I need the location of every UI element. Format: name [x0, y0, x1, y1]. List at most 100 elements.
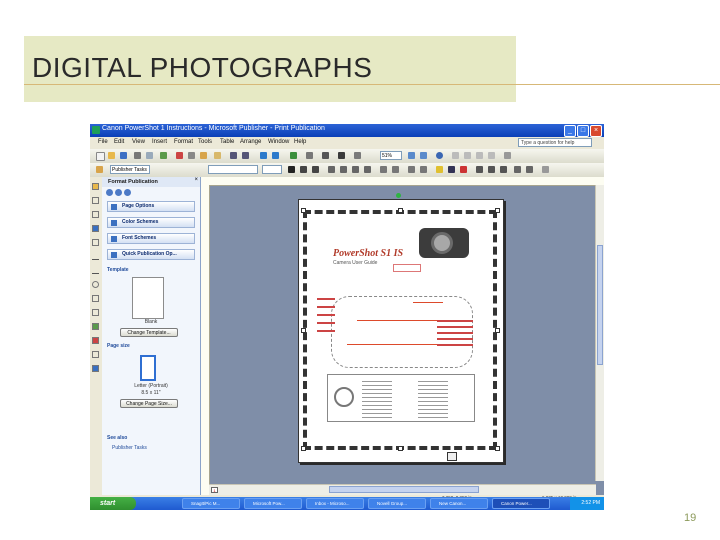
- maximize-icon[interactable]: □: [577, 125, 589, 137]
- quick-publication-options-item[interactable]: Quick Publication Op...: [107, 249, 195, 260]
- redo-icon[interactable]: [242, 152, 249, 159]
- columns-icon[interactable]: [306, 152, 313, 159]
- zoom-in-icon[interactable]: [420, 152, 427, 159]
- picture-frame-icon[interactable]: [92, 239, 99, 246]
- cut-icon[interactable]: [176, 152, 183, 159]
- menu-window[interactable]: Window: [268, 139, 289, 145]
- page-options-item[interactable]: Page Options: [107, 201, 195, 212]
- insert-hyperlink-icon[interactable]: [290, 152, 297, 159]
- undo-icon[interactable]: [230, 152, 237, 159]
- taskbar-item[interactable]: Novell Group...: [368, 498, 426, 509]
- send-backward-icon[interactable]: [272, 152, 279, 159]
- arrow-style-icon[interactable]: [500, 166, 507, 173]
- back-arrow-icon[interactable]: [106, 189, 113, 196]
- italic-icon[interactable]: [300, 166, 307, 173]
- toolbar-options-icon-4[interactable]: [488, 152, 495, 159]
- rotate-handle[interactable]: [396, 193, 401, 198]
- taskbar-item[interactable]: Microsoft Pow...: [244, 498, 302, 509]
- menu-help[interactable]: Help: [294, 139, 306, 145]
- style-select[interactable]: Publisher Tasks: [110, 165, 150, 174]
- shadow-style-icon[interactable]: [514, 166, 521, 173]
- align-center-icon[interactable]: [340, 166, 347, 173]
- taskbar-item-active[interactable]: Canon Power...: [492, 498, 550, 509]
- vertical-ruler[interactable]: [201, 185, 210, 495]
- zoom-out-icon[interactable]: [408, 152, 415, 159]
- fill-color-icon[interactable]: [436, 166, 443, 173]
- resize-handle-s[interactable]: [398, 446, 403, 451]
- task-pane-icon[interactable]: [96, 166, 103, 173]
- taskbar-item[interactable]: New Canon...: [430, 498, 488, 509]
- bold-icon[interactable]: [288, 166, 295, 173]
- new-icon[interactable]: [96, 152, 105, 161]
- bring-forward-icon[interactable]: [260, 152, 267, 159]
- line-icon[interactable]: [92, 253, 99, 260]
- wordart-icon[interactable]: [92, 225, 99, 232]
- align-left-icon[interactable]: [328, 166, 335, 173]
- menu-edit[interactable]: Edit: [114, 139, 124, 145]
- publication-page[interactable]: PowerShot S1 IS Camera User Guide: [298, 193, 504, 463]
- window-title-bar[interactable]: Canon PowerShot 1 Instructions - Microso…: [90, 124, 604, 137]
- line-style-icon[interactable]: [476, 166, 483, 173]
- open-icon[interactable]: [108, 152, 115, 159]
- resize-handle-n[interactable]: [398, 208, 403, 213]
- select-objects-icon[interactable]: [92, 183, 99, 190]
- help-search-input[interactable]: Type a question for help: [518, 138, 592, 147]
- resize-handle-nw[interactable]: [301, 208, 306, 213]
- autofit-icon[interactable]: [447, 452, 457, 461]
- design-gallery-icon[interactable]: [92, 365, 99, 372]
- copy-icon[interactable]: [188, 152, 195, 159]
- vertical-scroll-thumb[interactable]: [597, 245, 603, 365]
- horizontal-ruler[interactable]: [201, 177, 604, 186]
- toolbar-options-icon-3[interactable]: [476, 152, 483, 159]
- text-box-icon[interactable]: [92, 197, 99, 204]
- horizontal-scrollbar[interactable]: 1: [209, 484, 596, 495]
- preview-icon[interactable]: [146, 152, 153, 159]
- increase-indent-icon[interactable]: [420, 166, 427, 173]
- page-navigator-icon[interactable]: 1: [211, 487, 218, 493]
- help-icon[interactable]: [436, 152, 443, 159]
- underline-icon[interactable]: [312, 166, 319, 173]
- html-fragment-icon[interactable]: [92, 351, 99, 358]
- oval-icon[interactable]: [92, 281, 99, 288]
- paste-icon[interactable]: [200, 152, 207, 159]
- font-color-icon[interactable]: [460, 166, 467, 173]
- resize-handle-ne[interactable]: [495, 208, 500, 213]
- font-schemes-item[interactable]: Font Schemes: [107, 233, 195, 244]
- insert-table-icon[interactable]: [92, 211, 99, 218]
- form-control-icon[interactable]: [92, 337, 99, 344]
- taskbar-item[interactable]: Inbox - Microso...: [306, 498, 364, 509]
- change-template-button[interactable]: Change Template...: [120, 328, 178, 337]
- arrow-icon[interactable]: [92, 267, 99, 274]
- horizontal-scroll-thumb[interactable]: [329, 486, 479, 493]
- menu-insert[interactable]: Insert: [152, 139, 167, 145]
- toolbar-more-icon[interactable]: [504, 152, 511, 159]
- toolbar-options-icon-2[interactable]: [464, 152, 471, 159]
- decrease-indent-icon[interactable]: [408, 166, 415, 173]
- vertical-scrollbar[interactable]: [595, 185, 604, 481]
- formatting-more-icon[interactable]: [542, 166, 549, 173]
- menu-file[interactable]: File: [98, 139, 108, 145]
- taskbar-item[interactable]: SnagIt/Pic M...: [182, 498, 240, 509]
- format-painter-icon[interactable]: [214, 152, 221, 159]
- minimize-icon[interactable]: _: [564, 125, 576, 137]
- menu-format[interactable]: Format: [174, 139, 193, 145]
- font-size-select[interactable]: [262, 165, 282, 174]
- table-icon[interactable]: [322, 152, 329, 159]
- menu-table[interactable]: Table: [220, 139, 234, 145]
- close-icon[interactable]: ×: [590, 125, 602, 137]
- toolbar-options-icon[interactable]: [452, 152, 459, 159]
- publisher-tasks-link[interactable]: Publisher Tasks: [112, 445, 147, 451]
- line-color-icon[interactable]: [448, 166, 455, 173]
- color-schemes-item[interactable]: Color Schemes: [107, 217, 195, 228]
- resize-handle-sw[interactable]: [301, 446, 306, 451]
- hot-spot-icon[interactable]: [92, 323, 99, 330]
- forward-arrow-icon[interactable]: [115, 189, 122, 196]
- numbering-icon[interactable]: [380, 166, 387, 173]
- zoom-select[interactable]: 51%: [380, 151, 402, 160]
- align-right-icon[interactable]: [352, 166, 359, 173]
- 3d-style-icon[interactable]: [526, 166, 533, 173]
- letter-page-thumbnail[interactable]: [140, 355, 156, 381]
- resize-handle-w[interactable]: [301, 328, 306, 333]
- blank-template-thumbnail[interactable]: [132, 277, 164, 319]
- menu-view[interactable]: View: [132, 139, 145, 145]
